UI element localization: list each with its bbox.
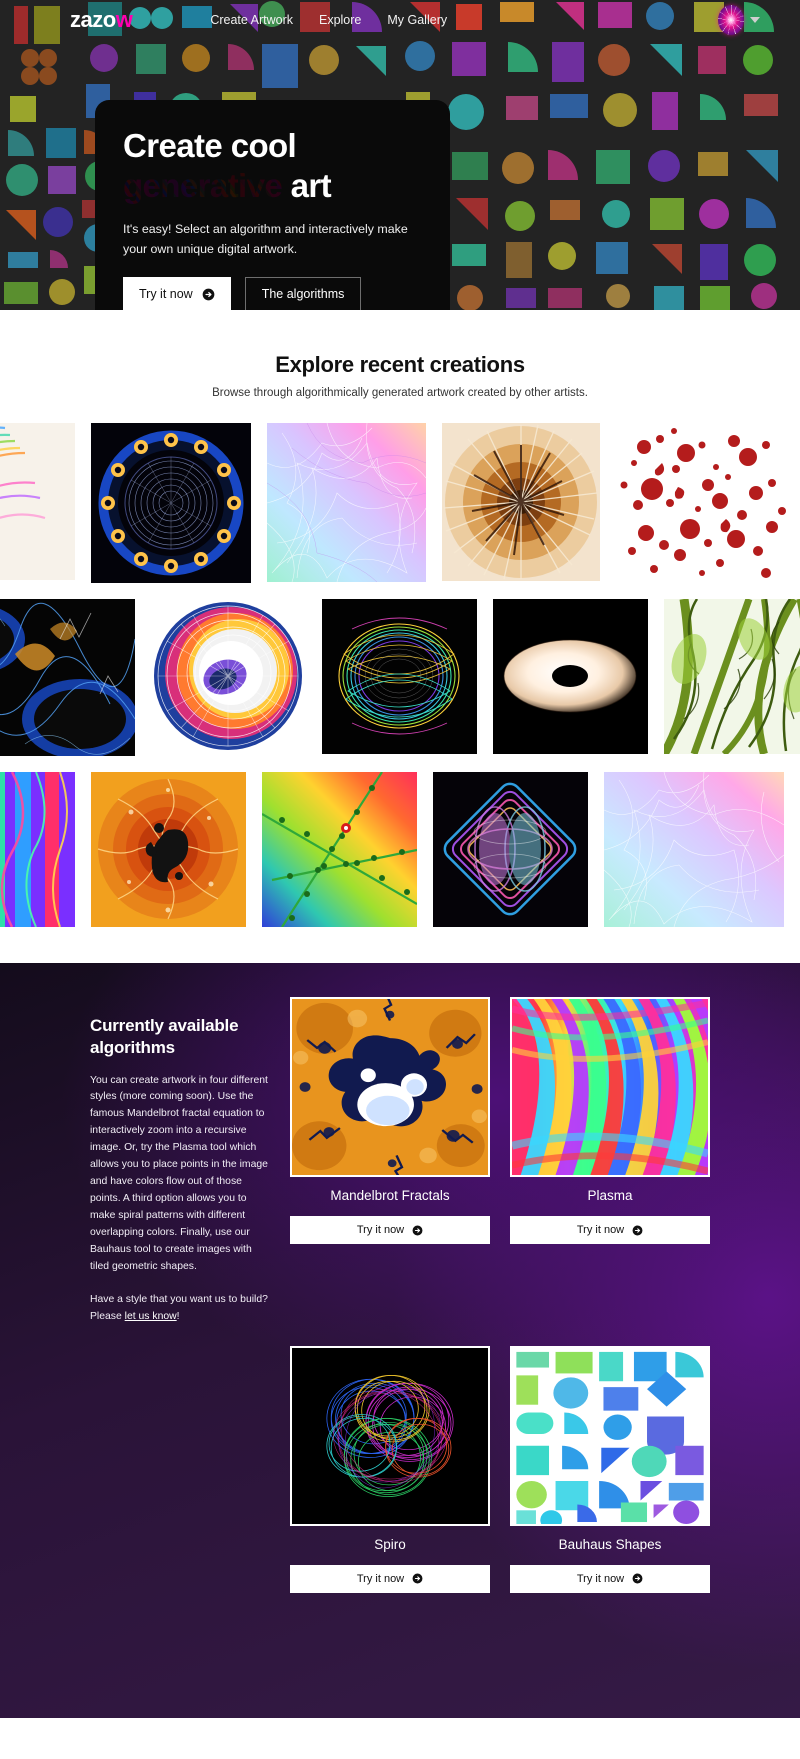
artwork-tile[interactable]: [267, 423, 426, 582]
algorithm-card-bauhaus: Bauhaus Shapes Try it now: [510, 1345, 710, 1673]
explore-heading: Explore recent creations: [275, 352, 525, 377]
hero-title: Create cool generative art: [123, 126, 422, 207]
artwork-tile[interactable]: [442, 423, 600, 581]
try-it-now-button-mandelbrot[interactable]: Try it now: [290, 1216, 490, 1244]
artwork-tile[interactable]: [151, 599, 306, 754]
logo-text: zazo: [70, 7, 116, 32]
hero-title-line1: Create cool: [123, 127, 297, 164]
artwork-gallery: [0, 423, 800, 927]
spiro-thumbnail[interactable]: [290, 1345, 490, 1526]
hero-title-tail: art: [282, 167, 332, 205]
site-logo[interactable]: zazow: [70, 7, 133, 32]
hero-subtitle: It's easy! Select an algorithm and inter…: [123, 221, 408, 256]
the-algorithms-label: The algorithms: [261, 287, 345, 302]
nav-my-gallery[interactable]: My Gallery: [387, 13, 447, 27]
artwork-tile[interactable]: [0, 772, 75, 927]
algorithm-card-mandelbrot: Mandelbrot Fractals Try it now: [290, 997, 490, 1324]
main-nav: Create Artwork Explore My Gallery: [210, 13, 447, 27]
algorithm-name: Spiro: [374, 1536, 406, 1552]
arrow-right-circle-icon: [412, 1225, 423, 1235]
algorithm-name: Mandelbrot Fractals: [330, 1188, 450, 1203]
account-menu[interactable]: [718, 5, 760, 35]
button-label: Try it now: [356, 1572, 405, 1585]
artwork-tile[interactable]: [0, 423, 75, 580]
algorithms-heading: Currently available algorithms: [90, 1016, 239, 1057]
arrow-right-circle-icon: [412, 1573, 423, 1584]
artwork-tile[interactable]: [616, 423, 786, 581]
explore-subheading: Browse through algorithmically generated…: [212, 387, 588, 399]
hero-section: zazow Create Artwork Explore My Gallery …: [0, 0, 800, 310]
try-it-now-button-spiro[interactable]: Try it now: [290, 1564, 490, 1593]
artwork-tile[interactable]: [91, 772, 246, 927]
algorithms-section: Currently available algorithms You can c…: [0, 963, 800, 1718]
algorithm-card-spiro: Spiro Try it now: [290, 1345, 490, 1673]
artwork-tile[interactable]: [493, 599, 648, 754]
hero-button-group: Try it now The algorithms: [123, 277, 422, 310]
try-it-now-button[interactable]: Try it now: [123, 277, 231, 310]
nav-create-artwork[interactable]: Create Artwork: [210, 13, 293, 27]
logo-accent-letter: w: [115, 7, 133, 32]
cta-suffix: !: [176, 1310, 180, 1322]
arrow-right-circle-icon: [632, 1573, 643, 1584]
bauhaus-thumbnail[interactable]: [510, 1345, 710, 1526]
algorithms-cta: Have a style that you want us to build? …: [90, 1292, 268, 1326]
gallery-row: [0, 772, 800, 927]
try-it-now-label: Try it now: [139, 287, 193, 302]
button-label: Try it now: [356, 1224, 405, 1236]
button-label: Try it now: [576, 1224, 625, 1236]
algorithm-card-plasma: Plasma Try it now: [510, 997, 710, 1324]
let-us-know-link[interactable]: let us know: [125, 1311, 177, 1322]
try-it-now-button-bauhaus[interactable]: Try it now: [510, 1564, 710, 1593]
hero-card: Create cool generative art It's easy! Se…: [95, 100, 450, 310]
artwork-tile[interactable]: [0, 599, 135, 756]
artwork-tile[interactable]: [322, 599, 477, 754]
artwork-tile[interactable]: [262, 772, 417, 927]
arrow-right-circle-icon: [202, 288, 215, 301]
explore-section: Explore recent creations Browse through …: [0, 310, 800, 927]
artwork-tile[interactable]: [433, 772, 588, 927]
gallery-row: [0, 599, 800, 756]
hero-title-gradient-word: generative: [123, 167, 283, 205]
top-navigation-bar: zazow Create Artwork Explore My Gallery: [0, 0, 800, 40]
chevron-down-icon[interactable]: [750, 17, 760, 23]
try-it-now-button-plasma[interactable]: Try it now: [510, 1216, 710, 1244]
algorithm-name: Bauhaus Shapes: [558, 1536, 662, 1552]
artwork-tile[interactable]: [91, 423, 251, 583]
algorithm-cards: Mandelbrot Fractals Try it now Plasma Tr…: [290, 991, 710, 1672]
arrow-right-circle-icon: [632, 1225, 643, 1235]
user-avatar-icon[interactable]: [718, 5, 744, 35]
mandelbrot-thumbnail[interactable]: [290, 997, 490, 1177]
button-label: Try it now: [576, 1572, 625, 1585]
algorithms-paragraph: You can create artwork in four different…: [90, 1074, 268, 1272]
algorithms-description: Currently available algorithms You can c…: [90, 991, 268, 1672]
algorithm-name: Plasma: [587, 1188, 633, 1203]
gallery-row: [0, 423, 800, 583]
the-algorithms-button[interactable]: The algorithms: [244, 277, 362, 310]
artwork-tile[interactable]: [604, 772, 784, 927]
artwork-tile[interactable]: [664, 599, 800, 754]
nav-explore[interactable]: Explore: [319, 13, 361, 27]
plasma-thumbnail[interactable]: [510, 997, 710, 1177]
